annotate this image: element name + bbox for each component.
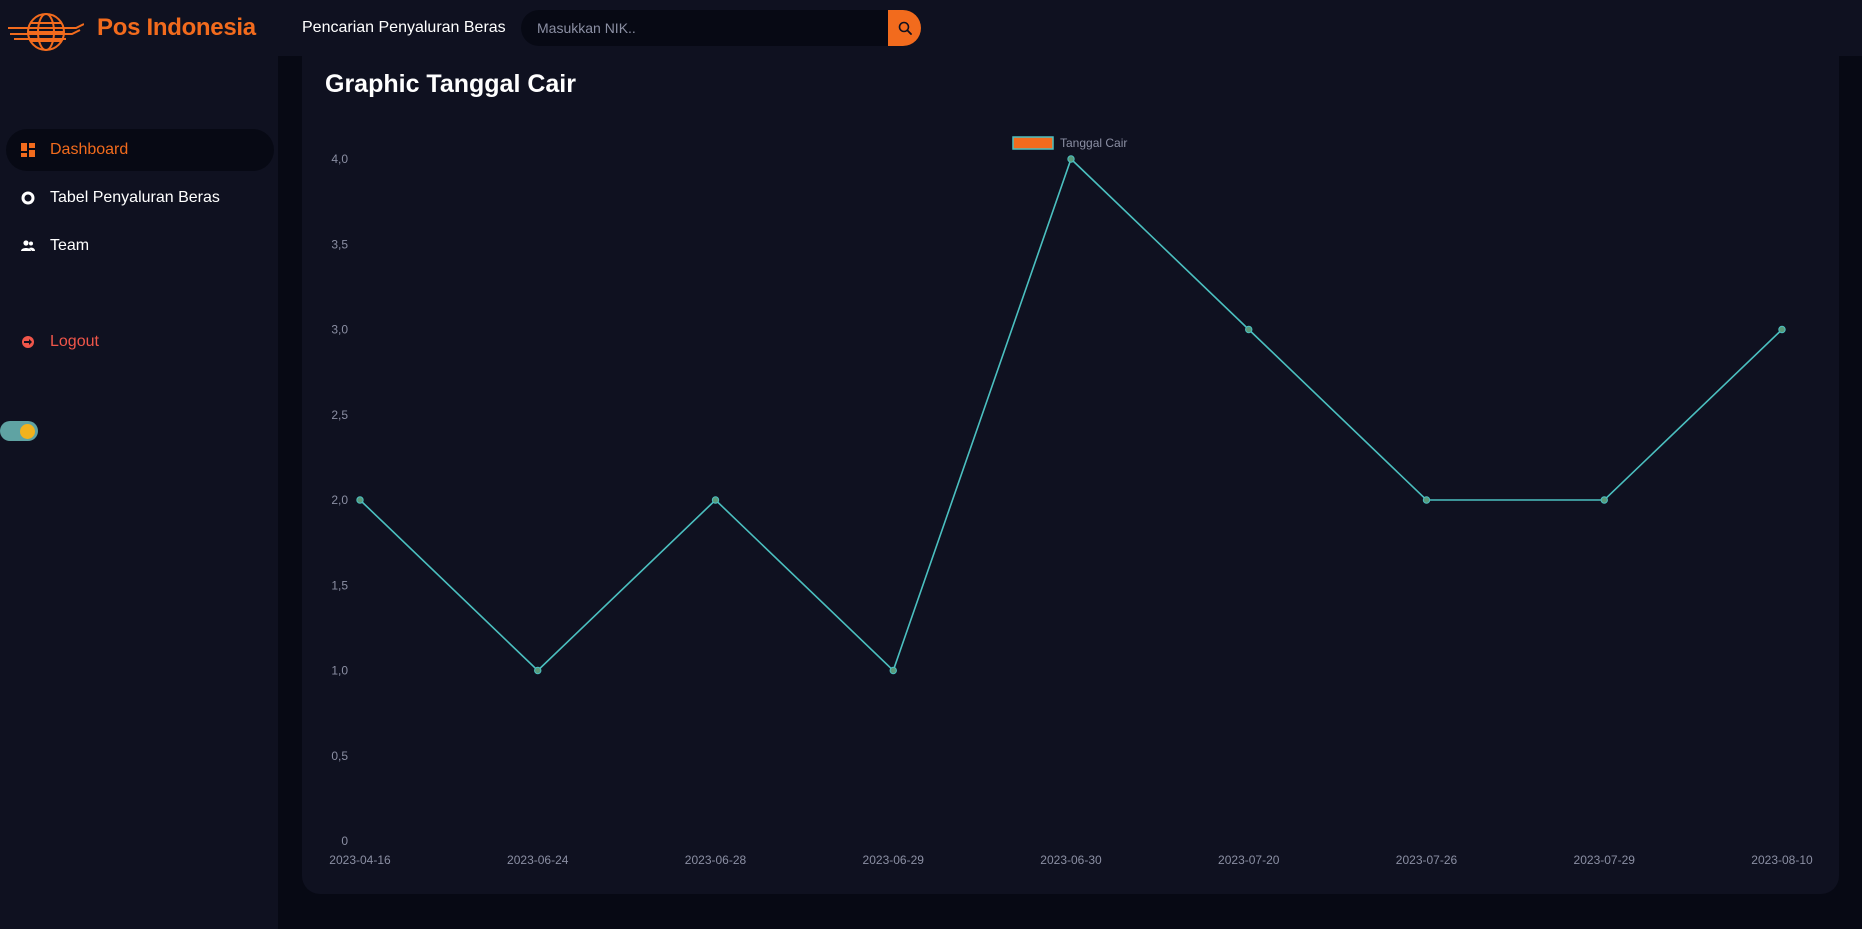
sidebar-item-team[interactable]: Team — [6, 225, 274, 267]
dashboard-icon — [20, 142, 36, 158]
data-point — [356, 496, 364, 504]
legend-label: Tanggal Cair — [1060, 136, 1127, 150]
data-point — [1422, 496, 1431, 504]
x-tick-label: 2023-08-10 — [1751, 853, 1813, 867]
sidebar-item-dashboard[interactable]: Dashboard — [6, 129, 274, 171]
sidebar-item-label: Tabel Penyaluran Beras — [50, 189, 220, 206]
brand-name[interactable]: Pos Indonesia — [97, 14, 256, 42]
data-point — [1245, 325, 1253, 334]
x-tick-label: 2023-06-24 — [507, 853, 569, 867]
y-tick-label: 0 — [341, 834, 348, 848]
x-tick-label: 2023-06-30 — [1040, 853, 1102, 867]
logout-label: Logout — [50, 333, 99, 350]
search-input[interactable] — [521, 10, 887, 46]
sidebar-divider — [278, 56, 302, 929]
data-point — [534, 666, 542, 675]
top-header: Pos Indonesia Pencarian Penyaluran Beras — [0, 0, 1862, 56]
line-chart: 0 0,5 1,0 1,5 2,0 2,5 3,0 3,5 4,0 2023-04-16 2023-… — [329, 136, 1813, 867]
sidebar-item-tabel-penyaluran-beras[interactable]: Tabel Penyaluran Beras — [6, 177, 274, 219]
search-label: Pencarian Penyaluran Beras — [302, 19, 506, 36]
data-point — [1067, 155, 1075, 163]
y-tick-label: 0,5 — [331, 749, 348, 763]
x-tick-label: 2023-07-29 — [1574, 853, 1636, 867]
y-tick-label: 1,5 — [331, 578, 348, 592]
data-point — [1600, 496, 1608, 504]
x-tick-label: 2023-07-20 — [1218, 853, 1280, 867]
sidebar-item-label: Dashboard — [50, 141, 129, 158]
logout-icon — [20, 334, 36, 350]
page-title: Graphic Tanggal Cair — [325, 70, 576, 98]
x-tick-label: 2023-04-16 — [329, 853, 391, 867]
y-tick-label: 2,0 — [331, 493, 348, 507]
logout-button[interactable]: Logout — [6, 321, 274, 363]
y-tick-label: 2,5 — [331, 408, 348, 422]
search-button[interactable] — [888, 10, 921, 46]
y-tick-label: 1,0 — [331, 664, 348, 678]
data-point — [889, 666, 897, 675]
team-icon — [20, 238, 36, 254]
y-tick-label: 3,0 — [331, 323, 348, 337]
x-tick-label: 2023-06-28 — [685, 853, 747, 867]
y-tick-label: 4,0 — [331, 152, 348, 166]
data-point — [711, 496, 720, 504]
series-line — [359, 157, 1783, 672]
x-tick-label: 2023-07-26 — [1396, 853, 1458, 867]
search-icon — [898, 21, 912, 35]
theme-toggle-icon — [20, 424, 35, 439]
data-point — [1778, 325, 1786, 334]
theme-toggle[interactable] — [0, 421, 38, 441]
donut-chart-icon — [20, 190, 36, 206]
x-tick-label: 2023-06-29 — [863, 853, 925, 867]
sidebar: Dashboard Tabel Penyaluran Beras Team Lo… — [0, 56, 278, 929]
y-tick-label: 3,5 — [331, 237, 348, 251]
search-box — [521, 10, 921, 46]
sidebar-item-label: Team — [50, 237, 90, 254]
pos-indonesia-logo[interactable] — [6, 10, 84, 54]
legend-swatch — [1012, 136, 1054, 150]
